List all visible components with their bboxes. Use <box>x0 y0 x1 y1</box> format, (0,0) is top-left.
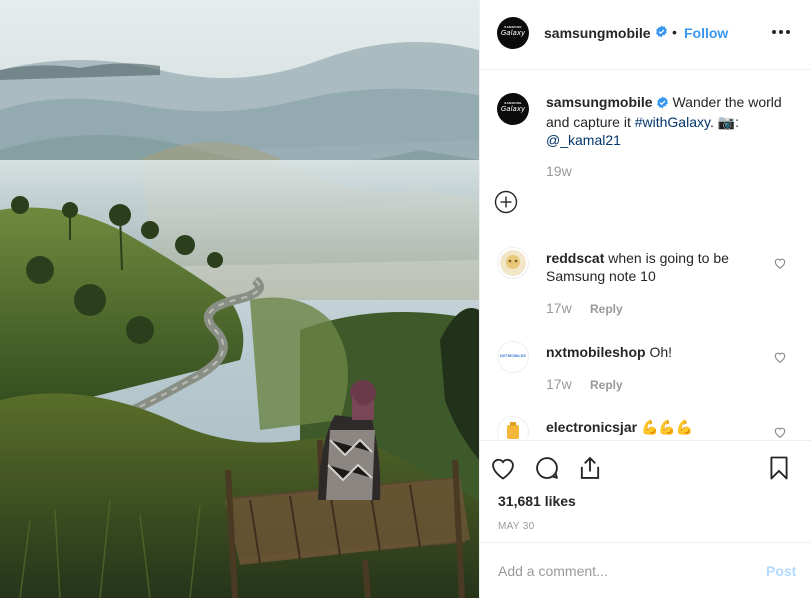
caption-author-avatar[interactable]: SAMSUNG Galaxy <box>497 93 529 125</box>
caption-username[interactable]: samsungmobile <box>546 94 653 110</box>
comment-timestamp[interactable]: 17w <box>546 300 572 316</box>
commenter-avatar[interactable] <box>497 247 529 279</box>
caption-suffix: . 📷: <box>709 114 740 130</box>
follow-button[interactable]: Follow <box>684 25 728 41</box>
comment-input[interactable] <box>498 560 748 582</box>
comment-text: electronicsjar 💪💪💪 <box>546 419 694 435</box>
post-date: MAY 30 <box>498 521 535 532</box>
comment-text: reddscat when is going to be Samsung not… <box>546 250 729 284</box>
comment-text: nxtmobileshop Oh! <box>546 344 673 360</box>
load-more-comments-icon[interactable] <box>494 190 518 214</box>
like-comment-heart-icon[interactable] <box>773 350 787 364</box>
save-bookmark-icon[interactable] <box>765 454 793 482</box>
commenter-username[interactable]: reddscat <box>546 250 604 266</box>
comments-list[interactable]: SAMSUNG Galaxy samsungmobile Wander the … <box>480 71 811 439</box>
post-actions: 31,681 likes MAY 30 <box>480 440 811 542</box>
commenter-username[interactable]: electronicsjar <box>546 419 637 435</box>
share-icon[interactable] <box>576 454 604 482</box>
add-comment-bar: Post <box>480 542 811 598</box>
caption-timestamp[interactable]: 19w <box>546 163 572 179</box>
mention-link[interactable]: @_kamal21 <box>546 132 621 148</box>
hashtag-link[interactable]: #withGalaxy <box>635 114 710 130</box>
like-comment-heart-icon[interactable] <box>773 425 787 439</box>
comment-bubble-icon[interactable] <box>533 454 561 482</box>
commenter-avatar[interactable] <box>497 416 529 439</box>
author-avatar[interactable]: SAMSUNG Galaxy <box>497 17 529 49</box>
verified-badge-icon <box>656 95 669 113</box>
reply-button[interactable]: Reply <box>590 302 623 316</box>
likes-count[interactable]: 31,681 likes <box>498 493 576 509</box>
more-options-icon[interactable] <box>770 22 792 42</box>
verified-badge-icon <box>655 25 668 43</box>
commenter-avatar[interactable]: NXTMOBILES <box>497 341 529 373</box>
post-photo[interactable] <box>0 0 479 598</box>
post-header: SAMSUNG Galaxy samsungmobile • Follow <box>480 0 811 70</box>
reply-button[interactable]: Reply <box>590 378 623 392</box>
caption-text: samsungmobile Wander the world and captu… <box>546 93 796 149</box>
commenter-username[interactable]: nxtmobileshop <box>546 344 646 360</box>
separator-dot: • <box>672 24 677 40</box>
like-heart-icon[interactable] <box>489 454 517 482</box>
post-comment-button[interactable]: Post <box>766 563 796 579</box>
like-comment-heart-icon[interactable] <box>773 256 787 270</box>
author-username[interactable]: samsungmobile <box>544 25 651 41</box>
post-side-panel: SAMSUNG Galaxy samsungmobile • Follow SA… <box>479 0 811 598</box>
comment-timestamp[interactable]: 17w <box>546 376 572 392</box>
